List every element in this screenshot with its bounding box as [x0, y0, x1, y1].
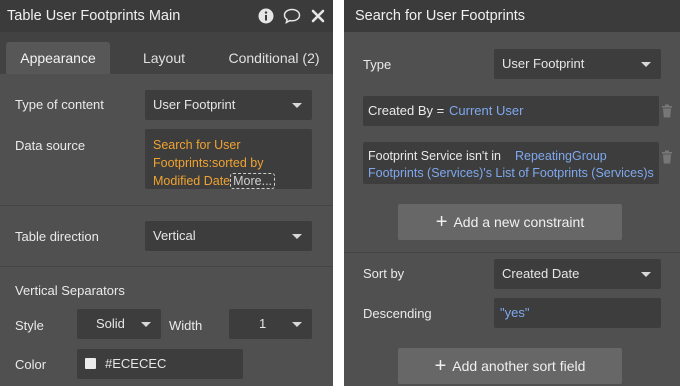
descending-expression[interactable]: "yes" — [494, 298, 661, 328]
chevron-down-icon — [141, 322, 151, 327]
search-editor-titlebar: Search for User Footprints — [344, 0, 680, 32]
trash-icon[interactable] — [661, 150, 673, 164]
chevron-down-icon — [641, 272, 651, 277]
type-of-content-value: User Footprint — [153, 97, 236, 112]
chevron-down-icon — [292, 103, 302, 108]
constraint-footprint-service-value-1: RepeatingGroup — [515, 149, 607, 163]
color-swatch — [85, 358, 96, 369]
comment-icon[interactable] — [283, 7, 301, 25]
trash-icon[interactable] — [661, 104, 673, 118]
tab-layout[interactable]: Layout — [114, 42, 214, 74]
width-dropdown[interactable]: 1 — [229, 309, 312, 339]
property-tabs: Appearance Layout Conditional (2) — [0, 32, 333, 74]
type-of-content-dropdown[interactable]: User Footprint — [145, 90, 312, 120]
constraint-created-by[interactable]: Created By = Current User — [363, 96, 659, 126]
section-divider — [0, 266, 333, 267]
constraint-footprint-service[interactable]: Footprint Service isn't in RepeatingGroup… — [363, 142, 659, 184]
plus-icon: + — [434, 355, 447, 377]
info-icon[interactable] — [257, 7, 275, 25]
sort-by-dropdown[interactable]: Created Date — [494, 259, 661, 289]
search-editor-panel: Search for User Footprints Type User Foo… — [344, 0, 680, 386]
tab-conditional[interactable]: Conditional (2) — [218, 42, 330, 74]
constraint-footprint-service-value-2: Footprints (Services)'s List of Footprin… — [368, 166, 654, 180]
tab-appearance[interactable]: Appearance — [6, 42, 110, 74]
close-icon[interactable] — [309, 7, 327, 25]
chevron-down-icon — [292, 322, 302, 327]
titlebar-icons — [257, 7, 327, 25]
constraint-created-by-label: Created By = — [368, 103, 445, 118]
color-label: Color — [15, 357, 47, 372]
section-divider — [344, 252, 680, 253]
data-source-line-1: Search for User — [153, 138, 241, 152]
style-dropdown[interactable]: Solid — [77, 309, 161, 339]
descending-value: "yes" — [500, 305, 530, 320]
constraint-footprint-service-label: Footprint Service isn't in — [368, 149, 501, 163]
more-link[interactable]: More... — [230, 173, 276, 189]
element-property-editor: Table User Footprints Main Appearance La… — [0, 0, 333, 386]
property-editor-title: Table User Footprints Main — [7, 8, 181, 24]
chevron-down-icon — [641, 62, 651, 67]
sort-by-value: Created Date — [502, 266, 580, 281]
table-direction-label: Table direction — [15, 229, 99, 244]
type-of-content-label: Type of content — [15, 97, 104, 112]
table-direction-dropdown[interactable]: Vertical — [145, 221, 312, 251]
data-source-label: Data source — [15, 138, 86, 153]
color-value: #ECECEC — [105, 356, 167, 371]
add-constraint-label: Add a new constraint — [453, 214, 585, 230]
data-source-line-3: Modified Date — [153, 174, 231, 188]
data-source-expression[interactable]: Search for User Footprints:sorted by Mod… — [145, 129, 312, 189]
add-sort-field-label: Add another sort field — [452, 358, 586, 374]
sort-by-label: Sort by — [363, 266, 405, 281]
section-divider — [0, 205, 333, 206]
property-editor-titlebar: Table User Footprints Main — [0, 0, 333, 32]
style-label: Style — [15, 318, 44, 333]
constraint-created-by-value: Current User — [449, 103, 524, 118]
style-value: Solid — [96, 316, 125, 331]
add-sort-field-button[interactable]: + Add another sort field — [398, 348, 622, 384]
type-label: Type — [363, 57, 392, 72]
add-constraint-button[interactable]: + Add a new constraint — [398, 204, 622, 240]
color-picker[interactable]: #ECECEC — [77, 349, 243, 379]
search-type-value: User Footprint — [502, 56, 585, 71]
width-value: 1 — [259, 316, 267, 331]
descending-label: Descending — [363, 306, 432, 321]
table-direction-value: Vertical — [153, 228, 196, 243]
vertical-separators-label: Vertical Separators — [15, 283, 125, 298]
data-source-line-2: Footprints:sorted by — [153, 156, 264, 170]
chevron-down-icon — [292, 234, 302, 239]
search-editor-title: Search for User Footprints — [355, 8, 526, 24]
panel-gap — [333, 0, 344, 386]
plus-icon: + — [435, 211, 448, 233]
width-label: Width — [169, 318, 203, 333]
search-type-dropdown[interactable]: User Footprint — [494, 49, 661, 79]
